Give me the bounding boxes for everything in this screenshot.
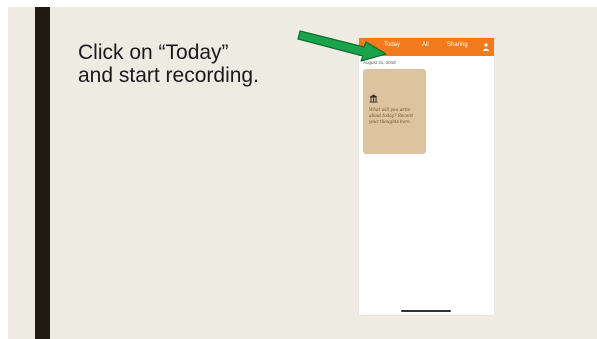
tab-all[interactable]: All [422, 42, 429, 48]
tab-sharing[interactable]: Sharing [447, 42, 468, 48]
green-arrow-icon [297, 30, 387, 62]
instruction-line-1: Click on “Today” [78, 41, 229, 64]
journal-entry-card[interactable]: What will you write about today? Record … [363, 69, 426, 154]
slide: Click on “Today” and start recording. To… [8, 7, 597, 339]
building-icon [369, 94, 378, 103]
instruction-line-2: and start recording. [78, 64, 259, 87]
left-accent-bar [35, 7, 50, 339]
phone-screenshot: Today All Sharing August 31, 2018 What w… [359, 38, 494, 315]
instruction-text: Click on “Today” and start recording. [78, 41, 259, 87]
home-indicator [401, 310, 451, 312]
person-icon[interactable] [483, 43, 489, 51]
card-prompt-text: What will you write about today? Record … [369, 107, 413, 124]
